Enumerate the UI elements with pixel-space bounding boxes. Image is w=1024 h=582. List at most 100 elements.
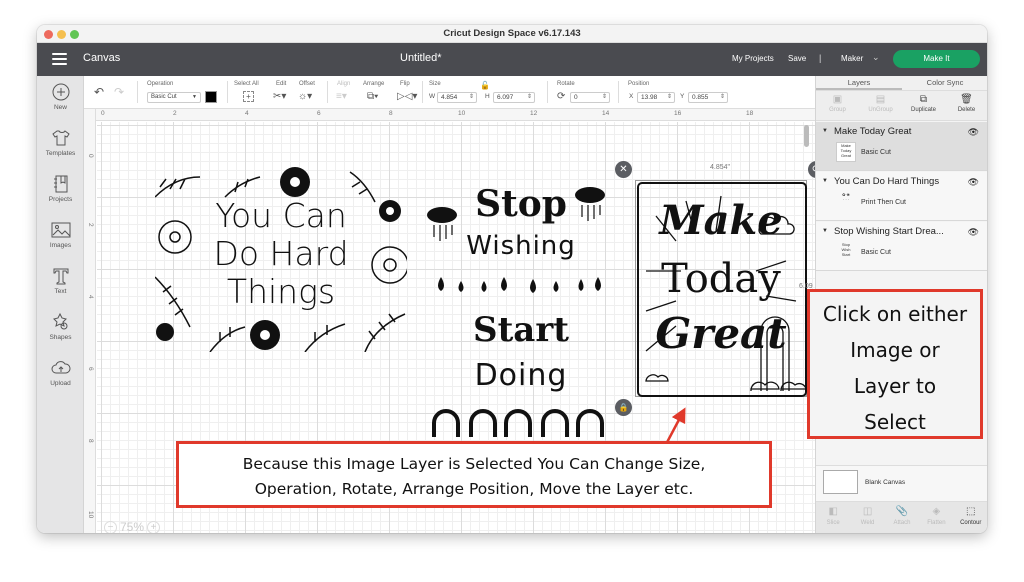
layer-thumbnail: Make Today Great xyxy=(836,142,856,162)
position-x-input[interactable]: 13.98 ⇕ xyxy=(637,92,675,103)
layer-name: You Can Do Hard Things xyxy=(834,176,940,187)
layer-item[interactable]: ▼ Make Today Great 👁 Make Today Great Basi… xyxy=(816,122,987,171)
height-input[interactable]: 6.097 ⇕ xyxy=(493,92,535,103)
height-label: H xyxy=(485,93,490,100)
bottom-tools: ◧ Slice ◫ Weld 📎 Attach ◈ Flatten ⬚ Contour xyxy=(816,501,987,533)
sidebar-item-projects[interactable]: Projects xyxy=(37,174,84,203)
visibility-eye-icon[interactable]: 👁 xyxy=(968,127,979,138)
tab-layers[interactable]: Layers xyxy=(816,76,902,90)
weld-button[interactable]: ◫ Weld xyxy=(852,502,884,533)
cloud-upload-icon xyxy=(51,361,71,374)
layer-item[interactable]: ▼ You Can Do Hard Things 👁 ✿ ❀ · · · Prin… xyxy=(816,172,987,221)
window-title: Cricut Design Space v6.17.143 xyxy=(443,28,581,39)
lock-aspect-icon[interactable]: 🔓 xyxy=(480,80,490,92)
callout-line: Layer to xyxy=(853,374,937,398)
delete-button[interactable]: 🗑 Delete xyxy=(947,91,987,120)
callout-line: Because this Image Layer is Selected You… xyxy=(242,455,706,473)
sidebar-label: Images xyxy=(49,242,72,249)
layer-thumbnail: ✿ ❀ · · · xyxy=(842,192,850,202)
undo-icon[interactable]: ↶ xyxy=(94,86,104,98)
rotate-label: Rotate xyxy=(557,81,575,87)
stepper-icon[interactable]: ⇕ xyxy=(720,93,725,102)
rotate-value: 0 xyxy=(574,94,578,101)
save-link[interactable]: Save xyxy=(788,54,806,63)
chevron-down-icon[interactable]: ⌄ xyxy=(872,52,880,63)
instruction-callout-bottom: Because this Image Layer is Selected You… xyxy=(176,441,772,508)
flip-icon[interactable]: ▷◁▾ xyxy=(397,91,417,103)
visibility-eye-icon[interactable]: 👁 xyxy=(968,227,979,238)
app-header: Canvas Untitled* My Projects Save | Make… xyxy=(37,43,987,76)
toolbar-divider xyxy=(227,81,228,103)
sidebar-label: Text xyxy=(54,288,67,295)
toolbar-divider xyxy=(422,81,423,103)
flatten-button[interactable]: ◈ Flatten xyxy=(920,502,952,533)
sidebar-item-new[interactable]: New xyxy=(37,82,84,111)
contour-icon: ⬚ xyxy=(966,506,976,517)
select-all-icon[interactable]: + xyxy=(243,91,254,102)
select-all-label: Select All xyxy=(234,81,259,87)
blank-canvas-row[interactable]: Blank Canvas xyxy=(816,465,987,501)
x-value: 13.98 xyxy=(641,94,658,101)
layer-item[interactable]: ▼ Stop Wishing Start Drea... 👁 Stop Wish S… xyxy=(816,222,987,271)
document-title[interactable]: Untitled* xyxy=(400,52,442,64)
width-input[interactable]: 4.854 ⇕ xyxy=(437,92,477,103)
contour-button[interactable]: ⬚ Contour xyxy=(955,502,987,533)
stepper-icon[interactable]: ⇕ xyxy=(602,93,607,102)
offset-label: Offset xyxy=(299,81,315,87)
group-button[interactable]: ▣ Group xyxy=(818,91,858,120)
redo-icon[interactable]: ↷ xyxy=(114,86,124,98)
sidebar-item-shapes[interactable]: Shapes xyxy=(37,312,84,341)
sidebar-item-images[interactable]: Images xyxy=(37,220,84,249)
weld-icon: ◫ xyxy=(862,506,873,517)
callout-line: Click on either xyxy=(822,302,968,326)
panel-tabs: Layers Color Sync xyxy=(816,76,987,91)
make-it-button[interactable]: Make It xyxy=(893,50,980,68)
operation-select[interactable]: Basic Cut ▼ xyxy=(147,92,201,103)
canvas-color-swatch[interactable] xyxy=(823,470,858,494)
rotate-icon: ⟳ xyxy=(557,91,566,102)
stepper-icon[interactable]: ⇕ xyxy=(469,93,474,102)
operation-color-swatch[interactable] xyxy=(205,91,217,103)
text-t-icon xyxy=(53,268,68,285)
position-y-input[interactable]: 0.855 ⇕ xyxy=(688,92,728,103)
hamburger-menu-icon[interactable] xyxy=(52,53,67,65)
stepper-icon[interactable]: ⇕ xyxy=(667,93,672,102)
offset-icon[interactable]: ☼▾ xyxy=(298,91,312,103)
size-label: Size xyxy=(429,81,441,87)
sidebar-item-upload[interactable]: Upload xyxy=(37,358,84,387)
height-value: 6.097 xyxy=(497,94,514,101)
edit-label: Edit xyxy=(276,81,287,87)
shapes-icon xyxy=(52,312,67,330)
stepper-icon[interactable]: ⇕ xyxy=(527,93,532,102)
layer-name: Make Today Great xyxy=(834,126,912,137)
expand-caret-icon[interactable]: ▼ xyxy=(822,178,828,184)
trash-icon: 🗑 xyxy=(960,94,973,105)
toolbar-divider xyxy=(137,81,138,103)
tshirt-icon xyxy=(51,130,70,146)
expand-caret-icon[interactable]: ▼ xyxy=(822,228,828,234)
align-icon[interactable]: ≡▾ xyxy=(336,91,347,103)
machine-selector[interactable]: Maker xyxy=(841,54,863,63)
ungroup-button[interactable]: ▤ UnGroup xyxy=(861,91,901,120)
width-value: 4.854 xyxy=(441,94,458,101)
left-sidebar: New Templates Projects Images Text Shape… xyxy=(37,76,84,533)
section-title: Canvas xyxy=(83,52,121,64)
visibility-eye-icon[interactable]: 👁 xyxy=(968,177,979,188)
sidebar-item-text[interactable]: Text xyxy=(37,266,84,295)
align-label: Align xyxy=(337,81,351,87)
toolbar-divider xyxy=(618,81,619,103)
edit-scissors-icon[interactable]: ✂▾ xyxy=(273,91,286,103)
rotate-input[interactable]: 0 ⇕ xyxy=(570,92,610,103)
tab-color-sync[interactable]: Color Sync xyxy=(902,76,987,90)
duplicate-button[interactable]: ⧉ Duplicate xyxy=(904,91,944,120)
slice-button[interactable]: ◧ Slice xyxy=(817,502,849,533)
attach-button[interactable]: 📎 Attach xyxy=(886,502,918,533)
toolbar-divider xyxy=(327,81,328,103)
arrange-icon[interactable]: ⧉▾ xyxy=(367,91,378,103)
my-projects-link[interactable]: My Projects xyxy=(732,54,774,63)
expand-caret-icon[interactable]: ▼ xyxy=(822,128,828,134)
image-icon xyxy=(51,222,70,238)
sidebar-label: Projects xyxy=(48,196,73,203)
sidebar-item-templates[interactable]: Templates xyxy=(37,128,84,157)
flatten-icon: ◈ xyxy=(932,506,941,517)
